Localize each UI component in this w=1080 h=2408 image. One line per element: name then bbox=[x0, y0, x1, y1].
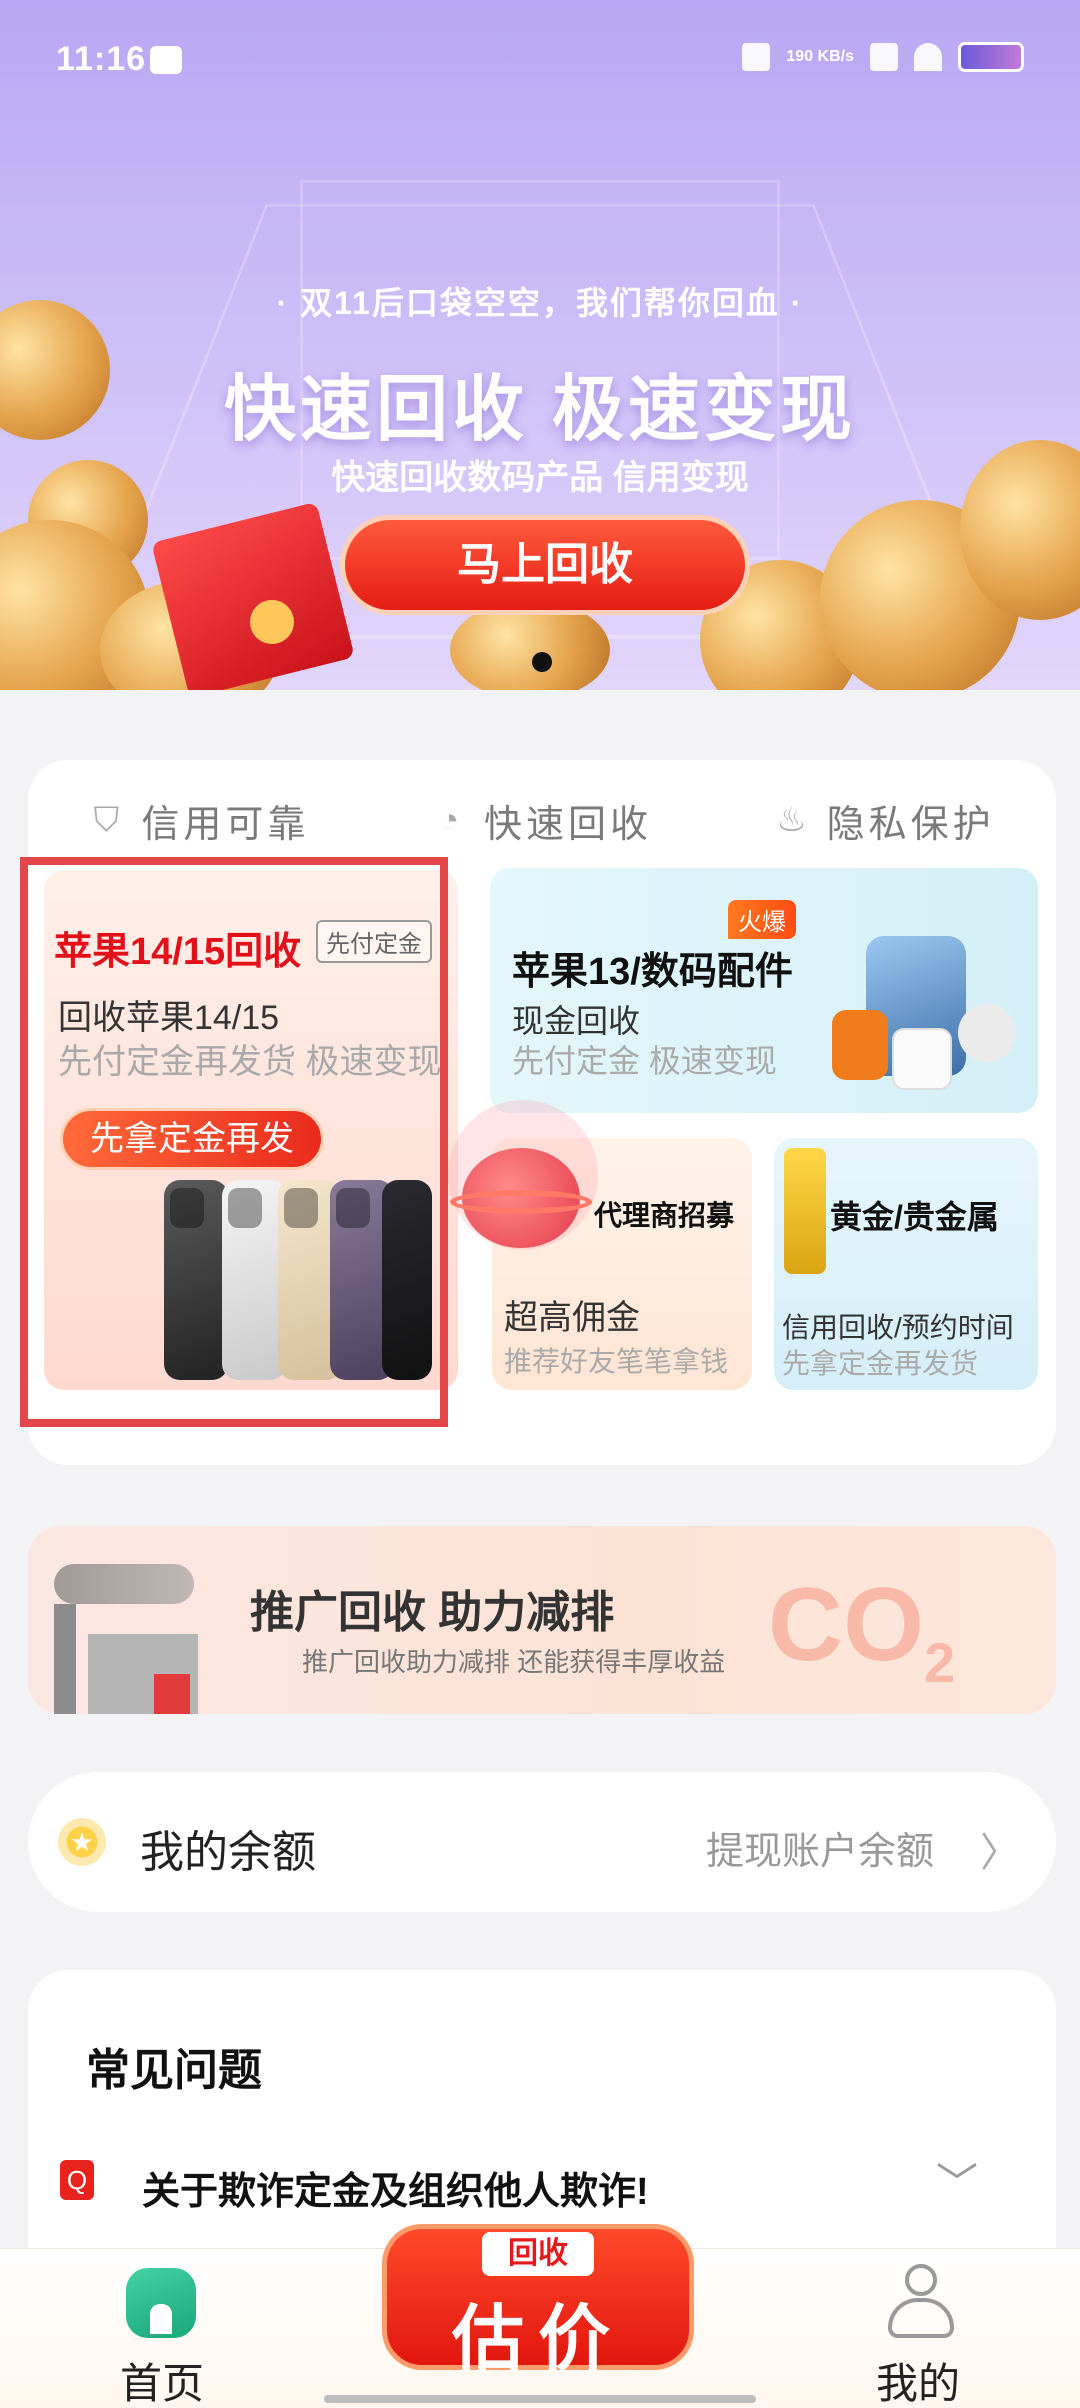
mute-icon bbox=[742, 43, 771, 71]
fab-label[interactable]: 估价 bbox=[382, 2280, 694, 2385]
airpods-icon bbox=[892, 1028, 952, 1090]
status-time: 11:16 bbox=[56, 40, 147, 78]
feature-label: 信用可靠 bbox=[141, 803, 310, 846]
status-icons: 190 KB/s bbox=[742, 42, 1024, 72]
tile-line1: 信用回收/预约时间 bbox=[782, 1312, 1014, 1343]
features-row: ⛉ 信用可靠 ◔ 快速回收 ♨ 隐私保护 bbox=[28, 780, 1056, 860]
message-notification-icon bbox=[150, 46, 182, 74]
promo-subtitle: 推广回收助力减排 还能获得丰厚收益 bbox=[302, 1647, 726, 1677]
co2-decoration: CO2 bbox=[768, 1566, 955, 1695]
chevron-down-icon[interactable]: ﹀ bbox=[936, 2150, 978, 2211]
highlight-box bbox=[20, 857, 448, 1427]
planet-ring-icon bbox=[450, 1190, 592, 1214]
nav-me-label[interactable]: 我的 bbox=[876, 2350, 960, 2408]
feature-label: 快速回收 bbox=[483, 803, 652, 846]
apple-watch-icon bbox=[832, 1010, 888, 1080]
sim-off-icon bbox=[870, 43, 898, 71]
coin-star-icon: ★ bbox=[58, 1818, 106, 1866]
withdraw-link[interactable]: 提现账户余额 bbox=[706, 1820, 934, 1875]
home-indicator[interactable] bbox=[324, 2395, 756, 2403]
factory-icon bbox=[54, 1564, 202, 1714]
status-bar: 11:16 190 KB/s bbox=[0, 0, 1080, 120]
co2-subscript: 2 bbox=[924, 1630, 956, 1694]
faq-title: 常见问题 bbox=[86, 2046, 262, 2095]
nav-home-label[interactable]: 首页 bbox=[120, 2350, 204, 2408]
balance-label: 我的余额 bbox=[140, 1828, 316, 1877]
homepod-icon bbox=[958, 1004, 1016, 1062]
recycle-now-button[interactable]: 马上回收 bbox=[340, 515, 750, 615]
tile-title: 黄金/贵金属 bbox=[830, 1199, 999, 1235]
tile-line1: 超高佣金 bbox=[504, 1299, 640, 1337]
battery-icon bbox=[958, 42, 1024, 72]
network-speed: 190 KB/s bbox=[786, 48, 854, 65]
flame-icon: ♨ bbox=[776, 801, 811, 839]
promo-title: 推广回收 助力减排 bbox=[250, 1588, 615, 1637]
question-icon: Q bbox=[60, 2160, 94, 2200]
fab-tag: 回收 bbox=[482, 2232, 594, 2276]
banner-subtitle: 快速回收数码产品 信用变现 bbox=[331, 459, 749, 497]
feature-fast: ◔ 快速回收 bbox=[432, 793, 652, 848]
feature-privacy: ♨ 隐私保护 bbox=[775, 793, 995, 848]
gold-bar-icon bbox=[784, 1148, 826, 1274]
tile-line2: 先付定金 极速变现 bbox=[512, 1043, 777, 1079]
wifi-icon bbox=[914, 43, 942, 71]
home-door-icon bbox=[150, 2304, 172, 2334]
banner-title: 快速回收 极速变现 bbox=[223, 370, 856, 450]
shield-check-icon: ⛉ bbox=[93, 801, 124, 839]
red-envelope-seal-icon bbox=[250, 600, 294, 644]
faq-item[interactable]: 关于欺诈定金及组织他人欺诈! bbox=[142, 2160, 649, 2215]
hot-badge: 火爆 bbox=[728, 900, 796, 939]
tile-line2: 推荐好友笔笔拿钱 bbox=[504, 1346, 729, 1377]
user-icon[interactable] bbox=[888, 2264, 954, 2340]
carousel-indicator-dot bbox=[532, 652, 552, 672]
refresh-icon: ◔ bbox=[438, 801, 464, 839]
tile-title: 代理商招募 bbox=[594, 1200, 735, 1231]
feature-credit: ⛉ 信用可靠 bbox=[89, 793, 309, 848]
chevron-right-icon[interactable]: 〉 bbox=[980, 1820, 1020, 1878]
feature-label: 隐私保护 bbox=[826, 803, 995, 846]
co2-text: CO bbox=[768, 1567, 924, 1683]
tile-title: 苹果13/数码配件 bbox=[512, 951, 793, 993]
tile-line2: 先拿定金再发货 bbox=[782, 1348, 979, 1379]
banner-tagline: · 双11后口袋空空，我们帮你回血 · bbox=[276, 285, 804, 321]
